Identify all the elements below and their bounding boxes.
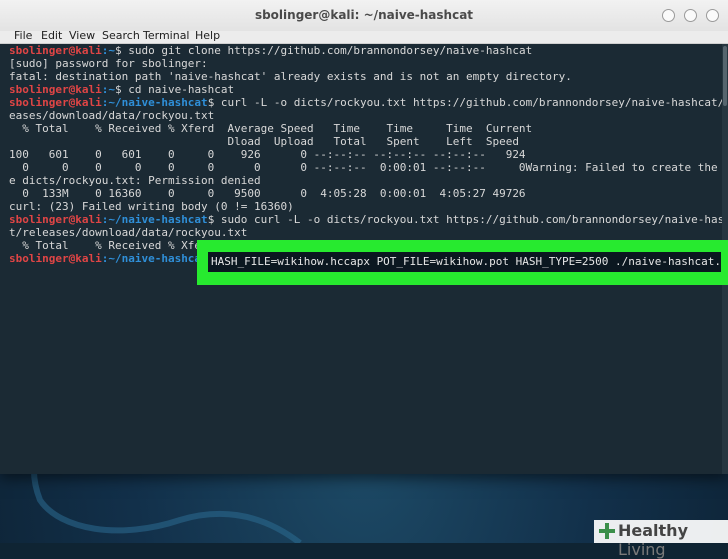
- terminal-line: [sudo] password for sbolinger:: [9, 57, 208, 70]
- terminal-prompt-line: sbolinger@kali:~/naive-hashcat$: [9, 252, 214, 265]
- menu-help[interactable]: Help: [195, 29, 220, 42]
- terminal-line: e dicts/rockyou.txt: Permission denied: [9, 174, 261, 187]
- terminal-line: sbolinger@kali:~/naive-hashcat$ curl -L …: [9, 96, 728, 109]
- menu-edit[interactable]: Edit: [41, 29, 62, 42]
- terminal-line: eases/download/data/rockyou.txt: [9, 109, 215, 122]
- maximize-button[interactable]: [684, 9, 697, 22]
- title-bar: sbolinger@kali: ~/naive-hashcat: [0, 0, 728, 32]
- close-button[interactable]: [706, 9, 719, 22]
- watermark-text: Healthy Living: [618, 521, 688, 559]
- menu-terminal[interactable]: Terminal: [143, 29, 190, 42]
- terminal-line: Dload Upload Total Spent Left Speed: [9, 135, 519, 148]
- terminal-window: sbolinger@kali: ~/naive-hashcat File Edi…: [0, 0, 728, 474]
- terminal-line: 0 0 0 0 0 0 0 0 --:--:-- 0:00:01 --:--:-…: [9, 161, 728, 174]
- plus-cross-icon: [599, 523, 615, 539]
- terminal-line: curl: (23) Failed writing body (0 != 163…: [9, 200, 294, 213]
- terminal-line: fatal: destination path 'naive-hashcat' …: [9, 70, 572, 83]
- terminal-line: sbolinger@kali:~$ sudo git clone https:/…: [9, 44, 533, 57]
- highlighted-command-text: HASH_FILE=wikihow.hccapx POT_FILE=wikiho…: [208, 252, 721, 272]
- menu-view[interactable]: View: [69, 29, 95, 42]
- terminal-line: % Total % Received % Xferd: [9, 239, 215, 252]
- watermark: Healthy Living: [594, 520, 728, 559]
- terminal-line: % Total % Received % Xferd Average Speed…: [9, 122, 533, 135]
- window-title: sbolinger@kali: ~/naive-hashcat: [254, 8, 474, 22]
- terminal-line: sbolinger@kali:~$ cd naive-hashcat: [9, 83, 235, 96]
- minimize-button[interactable]: [662, 9, 675, 22]
- terminal-line: t/releases/download/data/rockyou.txt: [9, 226, 248, 239]
- menu-bar: File Edit View Search Terminal Help: [0, 29, 728, 44]
- highlighted-command-callout: HASH_FILE=wikihow.hccapx POT_FILE=wikiho…: [197, 240, 728, 285]
- menu-file[interactable]: File: [14, 29, 32, 42]
- terminal-line: 100 601 0 601 0 0 926 0 --:--:-- --:--:-…: [9, 148, 526, 161]
- terminal-line: 0 133M 0 16360 0 0 9500 0 4:05:28 0:00:0…: [9, 187, 526, 200]
- scrollbar-thumb[interactable]: [723, 46, 727, 106]
- menu-search[interactable]: Search: [102, 29, 140, 42]
- terminal-line: sbolinger@kali:~/naive-hashcat$ sudo cur…: [9, 213, 728, 226]
